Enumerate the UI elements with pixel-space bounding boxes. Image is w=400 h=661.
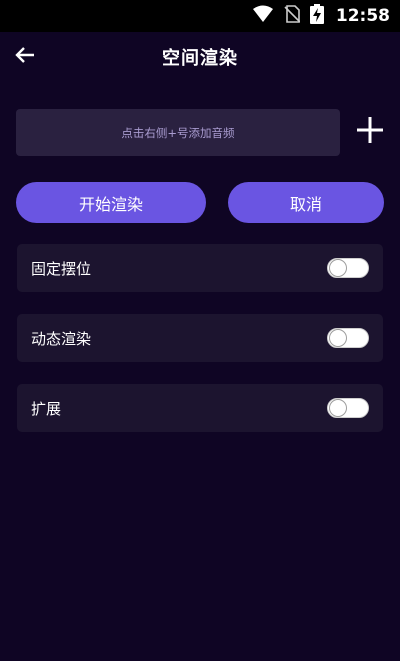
setting-label: 动态渲染 <box>31 329 92 348</box>
setting-label: 固定摆位 <box>31 259 92 278</box>
add-audio-button[interactable] <box>352 114 388 150</box>
cancel-button[interactable]: 取消 <box>228 182 384 223</box>
header: 空间渲染 <box>0 32 400 82</box>
setting-row-dynamic-render: 动态渲染 <box>17 314 383 362</box>
setting-row-expand: 扩展 <box>17 384 383 432</box>
arrow-left-icon <box>14 46 36 68</box>
wifi-icon <box>252 5 274 27</box>
expand-toggle[interactable] <box>327 398 369 418</box>
back-button[interactable] <box>12 44 38 70</box>
fixed-position-toggle[interactable] <box>327 258 369 278</box>
start-render-button[interactable]: 开始渲染 <box>16 182 206 223</box>
setting-row-fixed-position: 固定摆位 <box>17 244 383 292</box>
battery-charging-icon <box>309 4 324 28</box>
toggle-knob <box>329 399 347 417</box>
status-time: 12:58 <box>335 6 390 26</box>
audio-hint-text: 点击右侧+号添加音频 <box>121 125 235 140</box>
audio-input-box[interactable]: 点击右侧+号添加音频 <box>16 109 340 156</box>
no-sim-icon <box>284 5 301 27</box>
page-title: 空间渲染 <box>162 48 238 69</box>
toggle-knob <box>329 329 347 347</box>
dynamic-render-toggle[interactable] <box>327 328 369 348</box>
toggle-knob <box>329 259 347 277</box>
status-bar: 12:58 <box>0 0 400 32</box>
setting-label: 扩展 <box>31 399 62 418</box>
plus-icon <box>355 115 385 149</box>
